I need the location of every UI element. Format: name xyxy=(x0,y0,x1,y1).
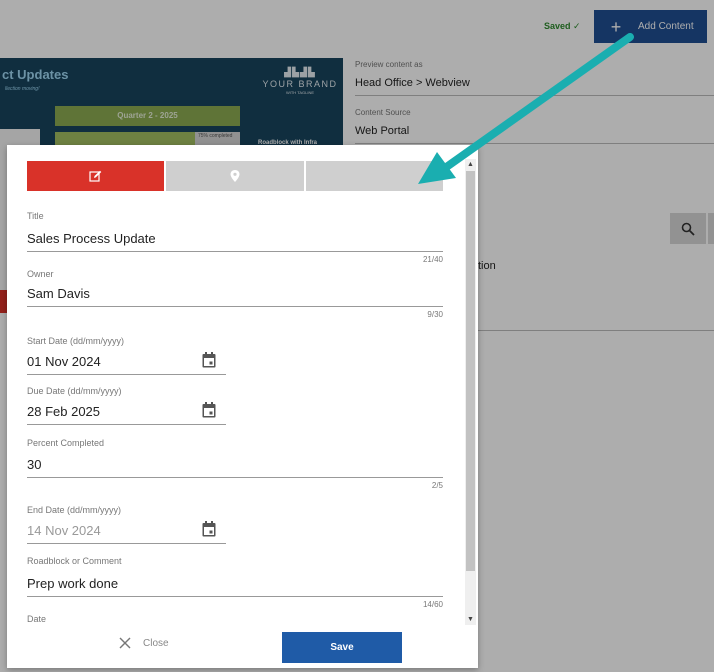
scrollbar[interactable]: ▲ ▼ xyxy=(465,159,476,625)
save-button[interactable]: Save xyxy=(282,632,402,663)
percent-input[interactable]: 30 xyxy=(27,457,443,478)
roadblock-label: Roadblock or Comment xyxy=(27,556,122,566)
edit-icon xyxy=(89,170,102,182)
close-icon xyxy=(119,637,131,649)
close-label: Close xyxy=(143,637,169,649)
calendar-icon[interactable] xyxy=(202,402,216,418)
end-date-value: 14 Nov 2024 xyxy=(27,523,101,538)
roadblock-input[interactable]: Prep work done xyxy=(27,576,443,597)
start-date-value: 01 Nov 2024 xyxy=(27,354,101,369)
percent-label: Percent Completed xyxy=(27,438,105,448)
scroll-down-icon[interactable]: ▼ xyxy=(467,616,474,623)
start-date-field: Start Date (dd/mm/yyyy) 01 Nov 2024 xyxy=(27,336,226,375)
scroll-up-icon[interactable]: ▲ xyxy=(467,161,474,168)
modal-tabs xyxy=(27,161,443,191)
calendar-icon[interactable] xyxy=(202,352,216,368)
tab-third[interactable] xyxy=(305,161,443,191)
owner-char-count: 9/30 xyxy=(427,310,443,319)
title-field: Title Sales Process Update 21/40 xyxy=(27,211,443,264)
title-label: Title xyxy=(27,211,44,221)
start-date-input[interactable]: 01 Nov 2024 xyxy=(27,352,226,375)
end-date-input[interactable]: 14 Nov 2024 xyxy=(27,521,226,544)
roadblock-field: Roadblock or Comment Prep work done 14/6… xyxy=(27,556,443,609)
date-label: Date xyxy=(27,614,47,623)
percent-field: Percent Completed 30 2/5 xyxy=(27,438,443,490)
edit-content-modal: Title Sales Process Update 21/40 Owner S… xyxy=(7,145,478,668)
end-date-field: End Date (dd/mm/yyyy) 14 Nov 2024 xyxy=(27,505,226,544)
owner-input[interactable]: Sam Davis xyxy=(27,286,443,307)
tab-edit[interactable] xyxy=(27,161,167,191)
end-date-label: End Date (dd/mm/yyyy) xyxy=(27,505,122,515)
due-date-value: 28 Feb 2025 xyxy=(27,404,101,419)
form-scroll-area[interactable]: Title Sales Process Update 21/40 Owner S… xyxy=(7,203,462,623)
scrollbar-thumb[interactable] xyxy=(466,171,475,571)
modal-footer: Close Save xyxy=(7,630,478,666)
due-date-input[interactable]: 28 Feb 2025 xyxy=(27,402,226,425)
owner-field: Owner Sam Davis 9/30 xyxy=(27,269,443,319)
start-date-label: Start Date (dd/mm/yyyy) xyxy=(27,336,125,346)
roadblock-char-count: 14/60 xyxy=(422,600,443,609)
location-pin-icon xyxy=(230,170,240,182)
title-char-count: 21/40 xyxy=(422,255,443,264)
tab-location[interactable] xyxy=(166,161,306,191)
close-button[interactable]: Close xyxy=(119,637,169,649)
due-date-field: Due Date (dd/mm/yyyy) 28 Feb 2025 xyxy=(27,386,226,425)
calendar-icon[interactable] xyxy=(202,521,216,537)
percent-char-count: 2/5 xyxy=(431,481,443,490)
date-field: Date xyxy=(27,614,443,623)
title-input[interactable]: Sales Process Update xyxy=(27,231,443,252)
due-date-label: Due Date (dd/mm/yyyy) xyxy=(27,386,122,396)
owner-label: Owner xyxy=(27,269,54,279)
